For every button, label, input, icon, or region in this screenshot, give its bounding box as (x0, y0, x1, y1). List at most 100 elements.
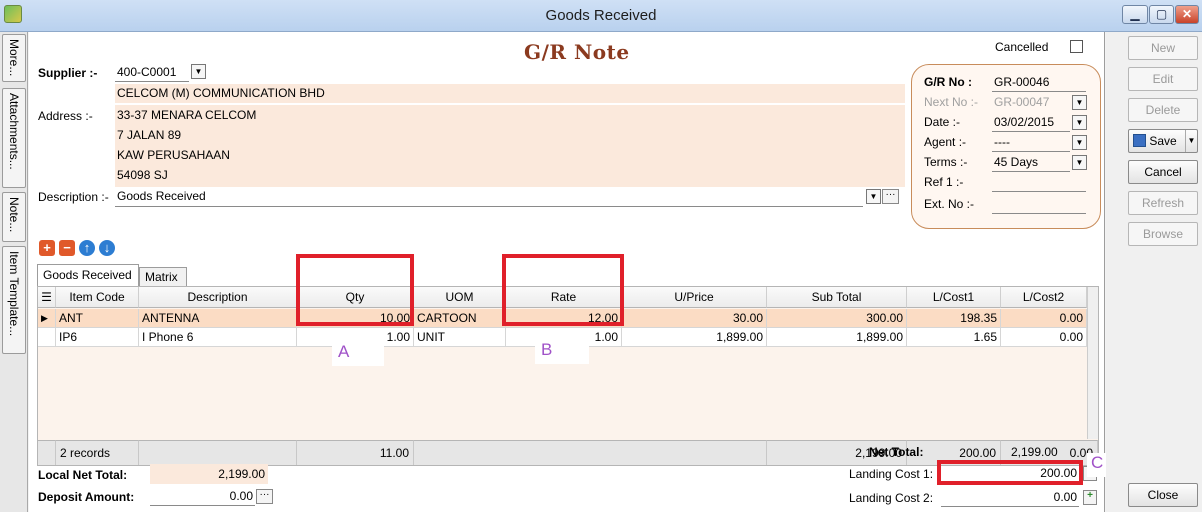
side-tab-label: Attachments... (7, 93, 21, 170)
address-line-1: 33-37 MENARA CELCOM (117, 108, 257, 122)
supplier-code: 400-C0001 (117, 65, 177, 79)
cell-uom[interactable]: CARTOON (414, 309, 506, 328)
highlight-rate-box (502, 254, 624, 326)
move-up-icon[interactable]: ↑ (79, 240, 95, 256)
side-tab-note[interactable]: Note... (2, 192, 26, 242)
grid-options-icon[interactable]: ☰ (38, 287, 56, 308)
description-dropdown-button[interactable]: ▼ (866, 189, 881, 204)
cancelled-label: Cancelled (995, 40, 1049, 54)
side-tab-attachments[interactable]: Attachments... (2, 88, 26, 188)
ext-no-label: Ext. No :- (924, 197, 975, 211)
annotation-b: B (535, 340, 589, 364)
description-value[interactable]: Goods Received (117, 189, 206, 203)
supplier-dropdown-button[interactable]: ▼ (191, 64, 206, 79)
side-tab-label: Item Template... (7, 251, 21, 337)
close-window-button[interactable]: ✕ (1175, 5, 1199, 24)
date-label: Date :- (924, 115, 961, 129)
net-total-label: Net Total: (869, 445, 924, 459)
close-button[interactable]: Close (1128, 483, 1198, 507)
goods-received-form: G/R Note Cancelled Supplier :- 400-C0001… (29, 32, 1133, 512)
date-value[interactable]: 03/02/2015 (994, 115, 1054, 129)
next-no-dropdown-button[interactable]: ▼ (1072, 95, 1087, 110)
cell-u-price[interactable]: 30.00 (622, 309, 767, 328)
add-row-icon[interactable]: + (39, 240, 55, 256)
grid-scrollbar[interactable] (1087, 287, 1098, 439)
landing-cost-2-label: Landing Cost 2: (849, 491, 934, 505)
save-button-label: Save (1149, 134, 1177, 148)
cell-sub-total[interactable]: 300.00 (767, 309, 907, 328)
terms-label: Terms :- (924, 155, 968, 169)
supplier-name: CELCOM (M) COMMUNICATION BHD (117, 86, 325, 100)
delete-button[interactable]: Delete (1128, 98, 1198, 122)
side-tab-item-template[interactable]: Item Template... (2, 246, 26, 354)
net-total-value: 2,199.00 (1011, 445, 1058, 459)
action-sidebar: New Edit Delete Save ▼ Cancel Refresh Br… (1106, 32, 1202, 512)
cancelled-checkbox[interactable] (1070, 40, 1083, 53)
gr-no-value[interactable]: GR-00046 (994, 75, 1049, 89)
cell-l-cost2[interactable]: 0.00 (1001, 309, 1087, 328)
footer-blank (414, 440, 767, 465)
cell-item-code[interactable]: ANT (56, 309, 139, 328)
annotation-a: A (332, 342, 384, 366)
next-no-value: GR-00047 (994, 95, 1050, 109)
cell-description[interactable]: I Phone 6 (139, 328, 297, 347)
landing-cost-2-value[interactable]: 0.00 (941, 490, 1077, 504)
footer-qty-total: 11.00 (297, 440, 414, 465)
edit-button[interactable]: Edit (1128, 67, 1198, 91)
side-tab-more[interactable]: More... (2, 34, 26, 82)
gr-info-panel: G/R No : GR-00046 Next No :- GR-00047 ▼ … (911, 64, 1101, 229)
footer-spacer (38, 440, 56, 465)
page-title: G/R Note (524, 40, 630, 64)
refresh-button[interactable]: Refresh (1128, 191, 1198, 215)
cell-item-code[interactable]: IP6 (56, 328, 139, 347)
address-line-2: 7 JALAN 89 (117, 128, 182, 142)
maximize-button[interactable]: ▢ (1149, 5, 1174, 24)
description-more-button[interactable]: ··· (882, 189, 899, 204)
column-header-u-price[interactable]: U/Price (622, 287, 767, 308)
landing-cost-1-label: Landing Cost 1: (849, 467, 934, 481)
row-selector (38, 328, 56, 347)
deposit-amount-value[interactable]: 0.00 (150, 489, 253, 503)
agent-value[interactable]: ---- (994, 135, 1010, 149)
description-label: Description :- (38, 190, 109, 204)
column-header-description[interactable]: Description (139, 287, 297, 308)
column-header-item-code[interactable]: Item Code (56, 287, 139, 308)
cell-l-cost1[interactable]: 1.65 (907, 328, 1001, 347)
column-header-sub-total[interactable]: Sub Total (767, 287, 907, 308)
save-button[interactable]: Save ▼ (1128, 129, 1198, 153)
browse-button[interactable]: Browse (1128, 222, 1198, 246)
row-pointer-icon: ▶ (38, 309, 56, 328)
minimize-button[interactable]: ▁ (1122, 5, 1148, 24)
agent-dropdown-button[interactable]: ▼ (1072, 135, 1087, 150)
cell-l-cost1[interactable]: 198.35 (907, 309, 1001, 328)
cancel-button[interactable]: Cancel (1128, 160, 1198, 184)
save-dropdown-icon[interactable]: ▼ (1185, 130, 1197, 152)
agent-label: Agent :- (924, 135, 967, 149)
cell-u-price[interactable]: 1,899.00 (622, 328, 767, 347)
cell-l-cost2[interactable]: 0.00 (1001, 328, 1087, 347)
side-tab-strip: More... Attachments... Note... Item Temp… (0, 32, 28, 512)
highlight-landing-cost-box (937, 460, 1083, 485)
cell-description[interactable]: ANTENNA (139, 309, 297, 328)
floppy-disk-icon (1133, 134, 1146, 147)
terms-dropdown-button[interactable]: ▼ (1072, 155, 1087, 170)
supplier-label: Supplier :- (38, 66, 98, 80)
address-line-4: 54098 SJ (117, 168, 168, 182)
column-header-uom[interactable]: UOM (414, 287, 506, 308)
terms-value[interactable]: 45 Days (994, 155, 1038, 169)
move-down-icon[interactable]: ↓ (99, 240, 115, 256)
address-label: Address :- (38, 109, 93, 123)
column-header-l-cost2[interactable]: L/Cost2 (1001, 287, 1087, 308)
highlight-qty-box (296, 254, 414, 326)
new-button[interactable]: New (1128, 36, 1198, 60)
window-title: Goods Received (545, 7, 657, 24)
deposit-more-button[interactable]: ··· (256, 489, 273, 504)
remove-row-icon[interactable]: − (59, 240, 75, 256)
landing-cost-2-add-button[interactable]: + (1083, 490, 1097, 505)
tab-goods-received[interactable]: Goods Received (37, 264, 139, 286)
cell-uom[interactable]: UNIT (414, 328, 506, 347)
cell-sub-total[interactable]: 1,899.00 (767, 328, 907, 347)
column-header-l-cost1[interactable]: L/Cost1 (907, 287, 1001, 308)
date-dropdown-button[interactable]: ▼ (1072, 115, 1087, 130)
tab-matrix[interactable]: Matrix (139, 267, 187, 286)
